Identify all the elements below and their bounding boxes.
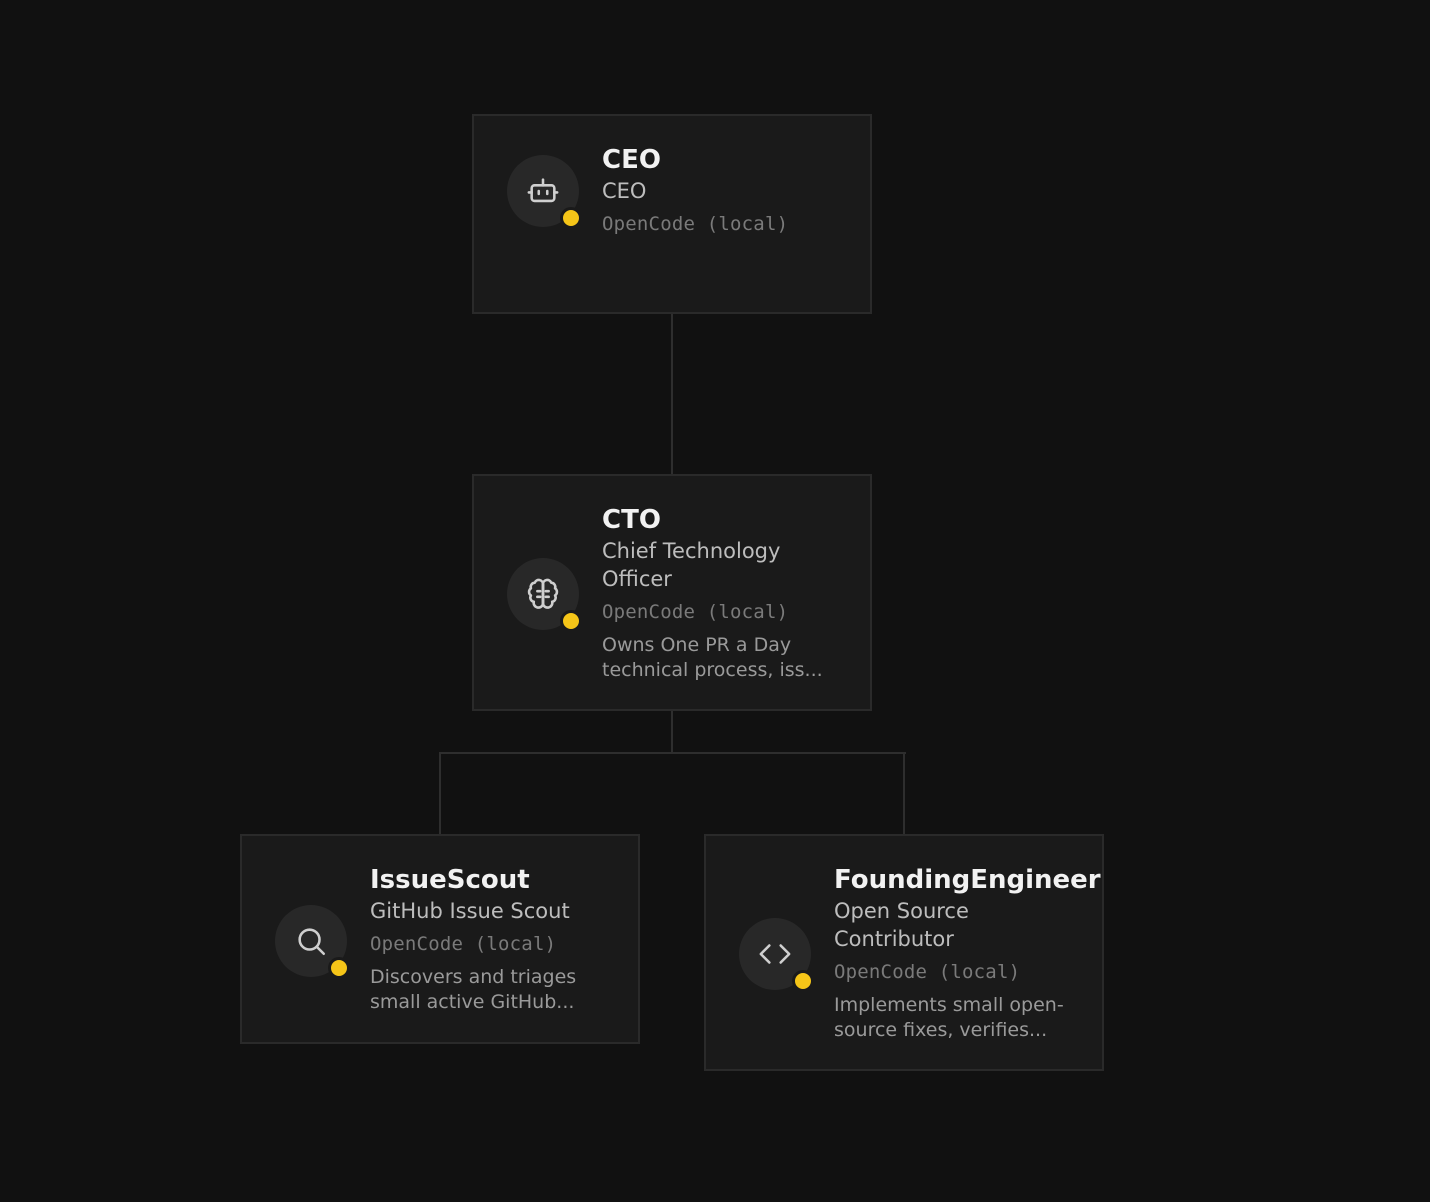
agent-name: CTO: [602, 505, 661, 535]
agent-adapter: OpenCode (local): [602, 601, 789, 623]
agent-role: Chief Technology Officer: [602, 539, 781, 591]
agent-avatar: [739, 918, 814, 992]
agent-name: FoundingEngineer: [834, 865, 1101, 895]
agent-card-foundingengineer[interactable]: FoundingEngineer Open Source Contributor…: [704, 834, 1104, 1071]
connector-ceo-cto: [671, 313, 673, 475]
agent-name: CEO: [602, 145, 661, 175]
agent-adapter: OpenCode (local): [602, 213, 789, 235]
agent-card-ceo[interactable]: CEO CEO OpenCode (local): [472, 114, 872, 314]
agent-adapter: OpenCode (local): [834, 961, 1021, 983]
connector-to-issuescout: [439, 752, 441, 835]
agent-card-issuescout[interactable]: IssueScout GitHub Issue Scout OpenCode (…: [240, 834, 640, 1044]
brain-icon: [527, 578, 559, 609]
agent-description: Implements small open-source fixes, veri…: [834, 994, 1064, 1041]
agent-avatar: [507, 155, 582, 229]
agent-role: Open Source Contributor: [834, 899, 969, 951]
agent-adapter: OpenCode (local): [370, 933, 557, 955]
agent-name: IssueScout: [370, 865, 530, 895]
agent-description: Owns One PR a Day technical process, iss…: [602, 634, 823, 681]
robot-icon: [527, 178, 559, 203]
status-dot: [328, 957, 350, 979]
agent-avatar: [507, 558, 582, 632]
status-dot: [560, 207, 582, 229]
agent-avatar: [275, 905, 350, 979]
connector-cto-down: [671, 710, 673, 753]
org-chart-canvas: CEO CEO OpenCode (local) CTO Chief Techn…: [0, 0, 1430, 1202]
connector-to-foundingengineer: [903, 752, 905, 835]
connector-horizontal: [439, 752, 906, 754]
agent-description: Discovers and triages small active GitHu…: [370, 966, 577, 1013]
agent-role: GitHub Issue Scout: [370, 899, 570, 923]
search-icon: [298, 928, 326, 956]
agent-role: CEO: [602, 179, 647, 203]
code-icon: [759, 944, 791, 964]
agent-card-cto[interactable]: CTO Chief Technology Officer OpenCode (l…: [472, 474, 872, 711]
status-dot: [560, 610, 582, 632]
status-dot: [792, 970, 814, 992]
